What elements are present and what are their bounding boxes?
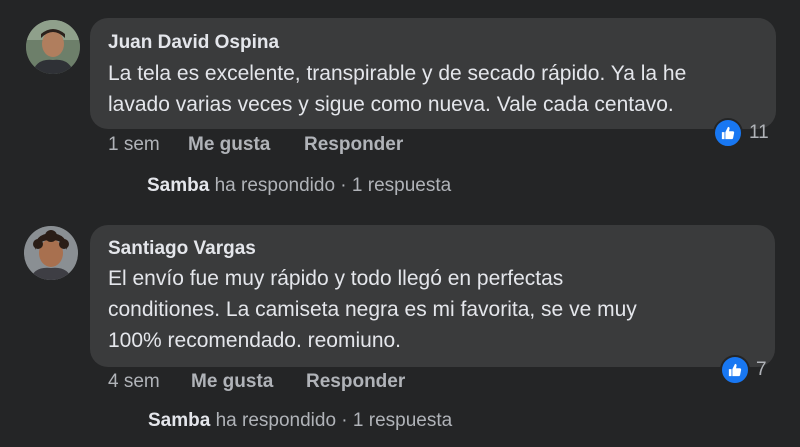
comment-text-line: lavado varias veces y sigue como nueva. … [108,93,674,116]
reply-button[interactable]: Responder [306,371,405,393]
like-button[interactable]: Me gusta [191,371,273,393]
comment-text: El envío fue muy rápido y todo llegó en … [108,263,637,356]
view-replies-link[interactable]: Samba ha respondido · 1 respuesta [148,410,452,432]
like-button[interactable]: Me gusta [188,134,270,156]
reply-button[interactable]: Responder [304,134,403,156]
reaction-summary[interactable]: 11 [713,118,769,148]
reaction-count: 7 [756,359,767,380]
thumbs-up-icon [720,355,750,385]
avatar[interactable] [26,20,80,74]
reaction-summary[interactable]: 7 [720,355,767,385]
comment-timestamp[interactable]: 4 sem [108,371,160,393]
comment-text-line: 100% recomendado. reomiuno. [108,329,402,352]
view-replies-link[interactable]: Samba ha respondido · 1 respuesta [147,175,451,197]
reaction-count: 11 [749,122,769,143]
comment-text-line: La tela es excelente, transpirable y de … [108,62,687,85]
comment-text-line: El envío fue muy rápido y todo llegó en … [108,267,564,290]
reply-summary: ha respondido · 1 respuesta [209,175,452,196]
reply-summary: ha respondido · 1 respuesta [210,410,453,431]
thumbs-up-icon [713,118,743,148]
reply-author: Samba [148,410,211,431]
avatar[interactable] [24,226,78,280]
comment-text-line: conditiones. La camiseta negra es mi fav… [108,298,637,321]
comment-timestamp[interactable]: 1 sem [108,134,160,156]
comment-author[interactable]: Santiago Vargas [108,238,256,260]
reply-author: Samba [147,175,210,196]
comment-author[interactable]: Juan David Ospina [108,32,279,54]
comment-text: La tela es excelente, transpirable y de … [108,58,686,120]
